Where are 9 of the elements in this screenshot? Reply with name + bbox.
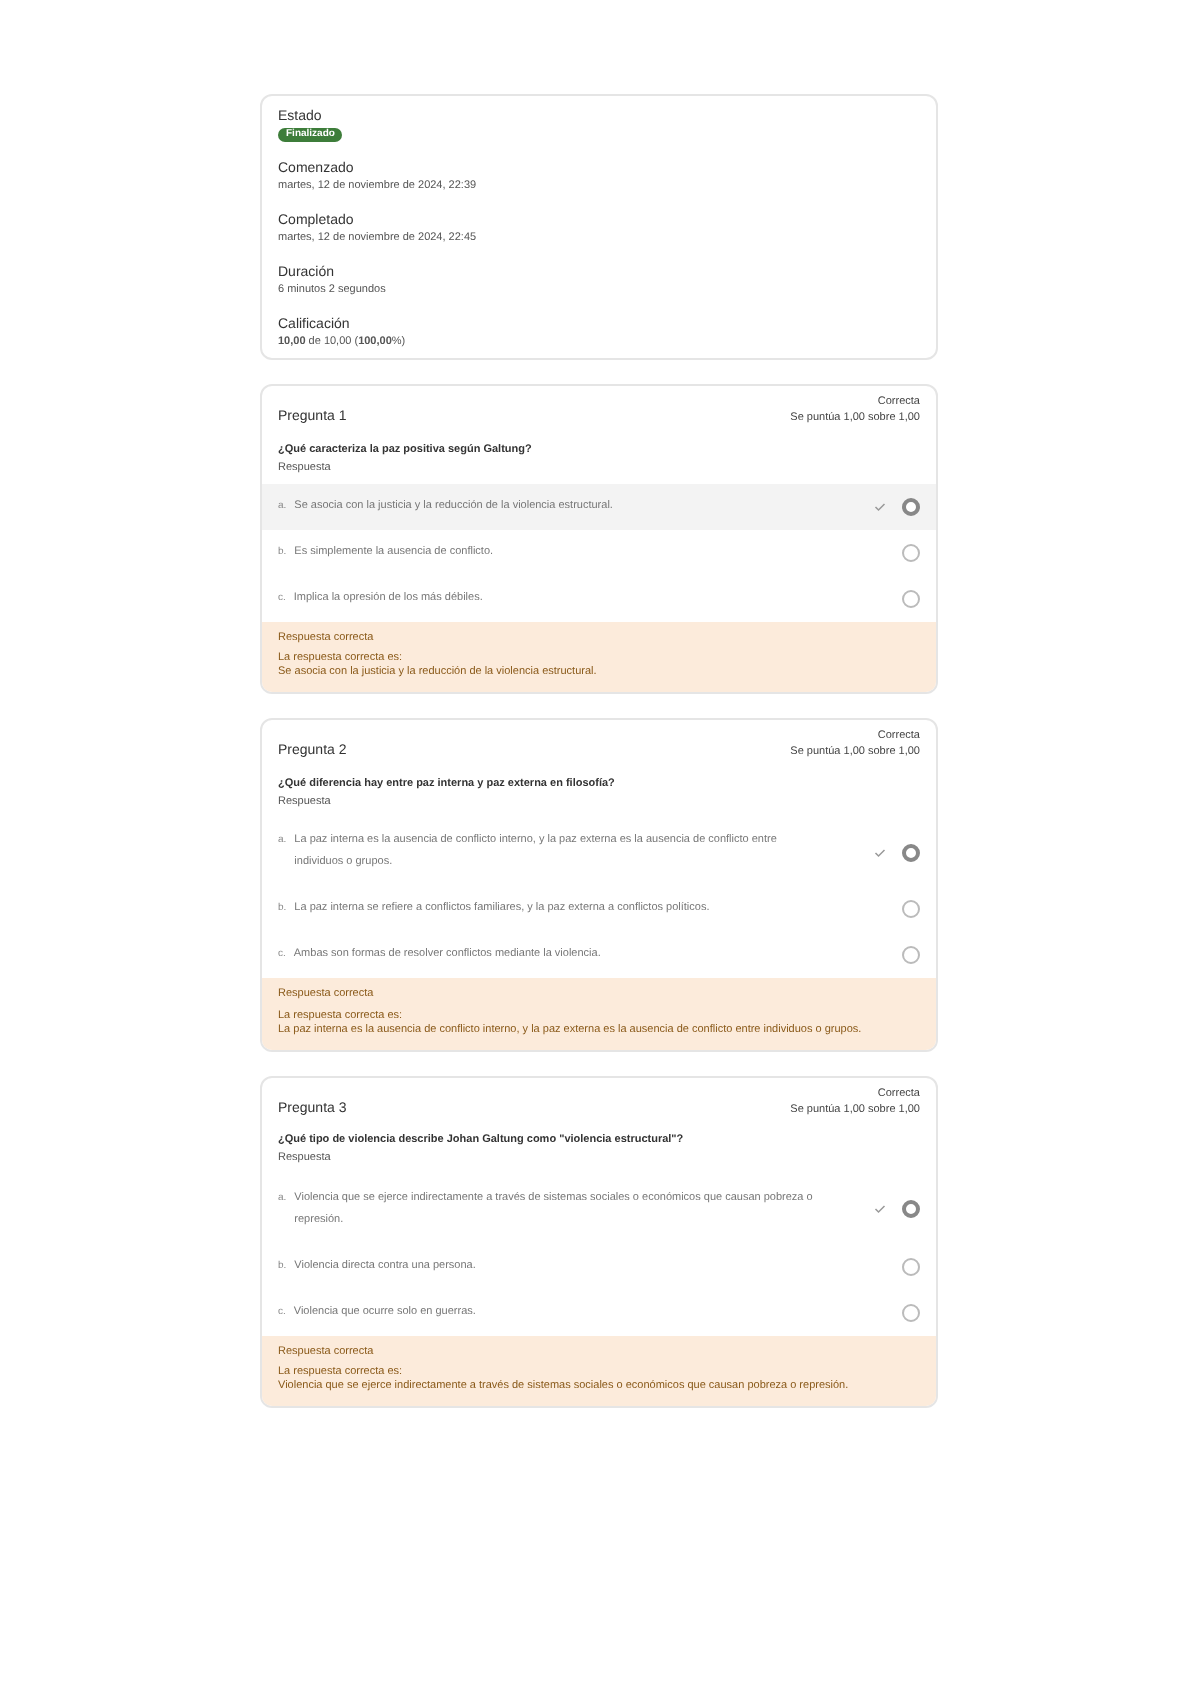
radio-button[interactable] (902, 900, 920, 919)
radio-button[interactable] (902, 498, 920, 516)
radio-button[interactable] (902, 946, 920, 965)
radio-button[interactable] (902, 1200, 920, 1218)
radio-button[interactable] (902, 843, 920, 862)
radio-button[interactable] (902, 1303, 920, 1321)
radio-button[interactable] (902, 544, 920, 562)
radio-button[interactable] (902, 590, 920, 608)
radio-button[interactable] (902, 1257, 920, 1275)
